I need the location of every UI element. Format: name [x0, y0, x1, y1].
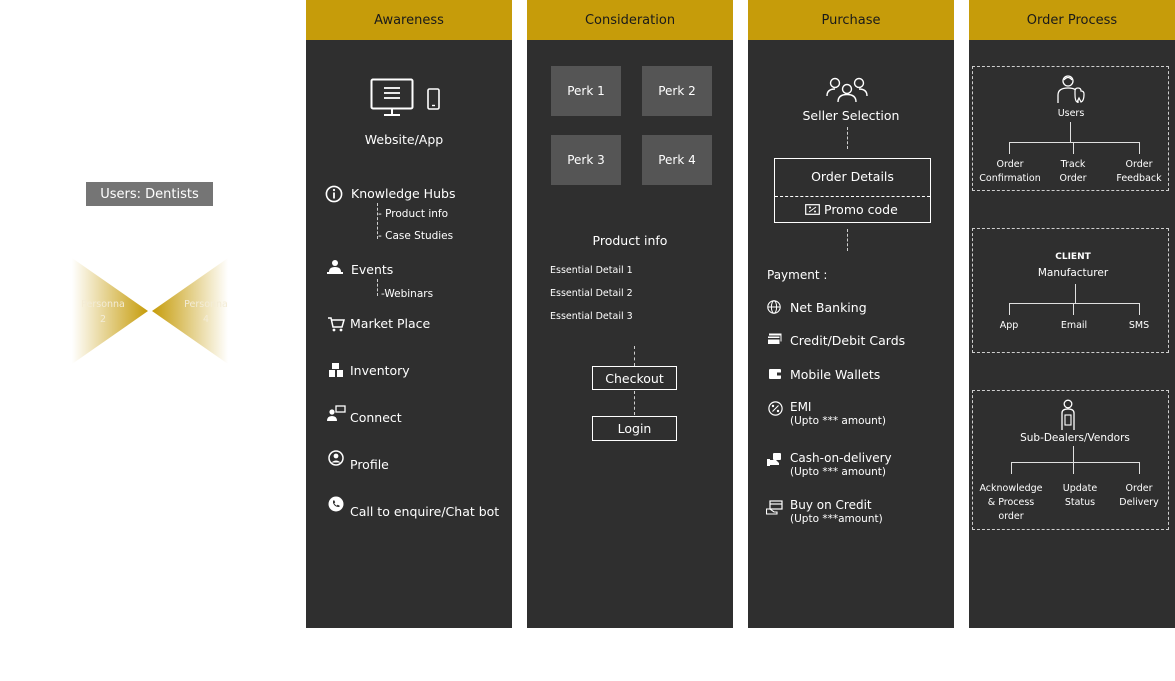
- perk-1[interactable]: Perk 1: [551, 66, 621, 116]
- essential-detail-1: Essential Detail 1: [550, 265, 633, 276]
- cart-icon: [328, 317, 345, 332]
- presenter-icon: [327, 260, 343, 274]
- percent-icon: [768, 401, 783, 416]
- promo-code[interactable]: Promo code: [824, 202, 898, 217]
- order-details-box[interactable]: Order Details Promo code: [774, 158, 931, 223]
- channel-email: Email: [1060, 320, 1088, 331]
- inventory[interactable]: Inventory: [350, 363, 410, 378]
- cod-sub: (Upto *** amount): [790, 466, 887, 478]
- essential-detail-2: Essential Detail 2: [550, 288, 633, 299]
- phone-call-icon: [328, 496, 344, 512]
- market-place[interactable]: Market Place: [350, 316, 430, 331]
- monitor-icon: [370, 78, 414, 116]
- purchase-column: Purchase Seller Selection Order Details …: [748, 0, 954, 628]
- persona-right: Personna 4: [184, 299, 228, 325]
- product-info-heading: Product info: [592, 233, 668, 248]
- users-label: Users: Dentists: [86, 182, 213, 206]
- update-status[interactable]: Update Status: [1050, 482, 1110, 510]
- consideration-title: Consideration: [527, 0, 733, 40]
- emi-sub: (Upto *** amount): [790, 415, 887, 427]
- perk-3[interactable]: Perk 3: [551, 135, 621, 185]
- credit-card-icon: [767, 333, 782, 345]
- call-chat-bot[interactable]: Call to enquire/Chat bot: [350, 504, 499, 519]
- profile-icon: [328, 450, 344, 466]
- seller-selection: Seller Selection: [802, 108, 900, 123]
- consideration-column: Consideration Perk 1 Perk 2 Perk 3 Perk …: [527, 0, 733, 628]
- order-delivery[interactable]: Order Delivery: [1109, 482, 1169, 510]
- users-group-icon: [826, 77, 868, 103]
- mobile-wallets[interactable]: Mobile Wallets: [790, 367, 880, 382]
- essential-detail-3: Essential Detail 3: [550, 311, 633, 322]
- case-studies-link[interactable]: - Case Studies: [378, 230, 453, 242]
- dentist-icon: [1057, 75, 1085, 103]
- order-details: Order Details: [811, 169, 894, 184]
- credit-debit-cards[interactable]: Credit/Debit Cards: [790, 333, 905, 348]
- track-order[interactable]: Track Order: [1043, 158, 1103, 186]
- boxes-icon: [329, 363, 343, 377]
- checkout-button[interactable]: Checkout: [592, 366, 677, 390]
- sub-dealers-node: Sub-Dealers/Vendors: [1020, 432, 1130, 444]
- cash-hand-icon: [767, 453, 781, 466]
- chat-user-icon: [327, 405, 346, 421]
- users-node: Users: [1057, 108, 1085, 119]
- events[interactable]: Events: [351, 262, 393, 277]
- profile[interactable]: Profile: [350, 457, 389, 472]
- product-info-link[interactable]: - Product info: [378, 208, 448, 220]
- website-app-label: Website/App: [364, 132, 444, 147]
- cash-on-delivery[interactable]: Cash-on-delivery: [790, 451, 892, 465]
- awareness-column: Awareness Website/App Knowledge Hubs - P…: [306, 0, 512, 628]
- awareness-title: Awareness: [306, 0, 512, 40]
- perk-4[interactable]: Perk 4: [642, 135, 712, 185]
- buy-on-credit[interactable]: Buy on Credit: [790, 498, 872, 512]
- coupon-icon: [805, 204, 820, 215]
- perk-2[interactable]: Perk 2: [642, 66, 712, 116]
- emi[interactable]: EMI: [790, 400, 811, 414]
- vendor-icon: [1061, 399, 1075, 430]
- info-icon: [325, 185, 343, 203]
- client-block: [972, 228, 1169, 353]
- globe-icon: [767, 300, 781, 314]
- channel-sms: SMS: [1128, 320, 1150, 331]
- credit-hand-icon: [766, 500, 783, 515]
- credit-sub: (Upto ***amount): [790, 513, 883, 525]
- manufacturer-node: Manufacturer: [1037, 267, 1109, 279]
- wallet-icon: [769, 369, 782, 379]
- purchase-title: Purchase: [748, 0, 954, 40]
- login-button[interactable]: Login: [592, 416, 677, 441]
- order-process-title: Order Process: [969, 0, 1175, 40]
- order-confirmation[interactable]: Order Confirmation: [970, 158, 1050, 186]
- knowledge-hubs[interactable]: Knowledge Hubs: [351, 186, 455, 201]
- channel-app: App: [999, 320, 1019, 331]
- net-banking[interactable]: Net Banking: [790, 300, 867, 315]
- webinars-link[interactable]: -Webinars: [381, 288, 433, 300]
- client-node: CLIENT: [1055, 252, 1091, 262]
- persona-left: Personna 2: [81, 299, 125, 325]
- order-process-column: Order Process Users Order Confirmation Tr…: [969, 0, 1175, 628]
- payment-label: Payment :: [767, 268, 828, 282]
- order-feedback[interactable]: Order Feedback: [1109, 158, 1169, 186]
- connect[interactable]: Connect: [350, 410, 402, 425]
- acknowledge-process-order[interactable]: Acknowledge & Process order: [970, 482, 1052, 524]
- phone-icon: [427, 88, 440, 110]
